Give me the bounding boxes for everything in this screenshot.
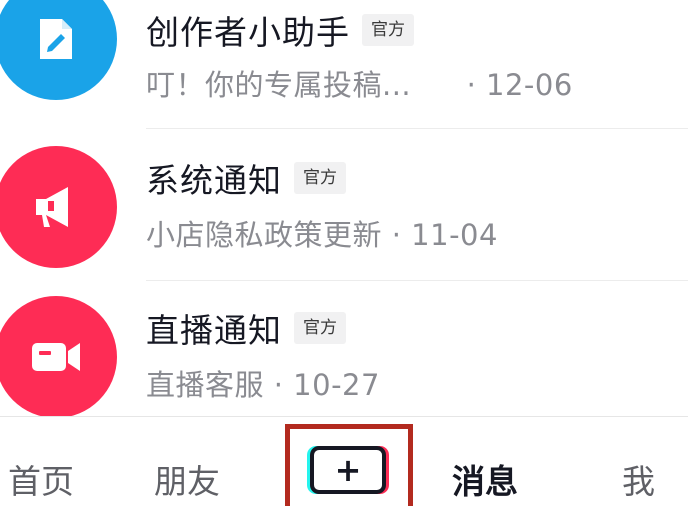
official-badge: 官方 bbox=[362, 14, 414, 46]
message-preview: 小店隐私政策更新 bbox=[146, 218, 383, 252]
message-item-live-notice[interactable]: 直播通知 官方 直播客服 · 10-27 bbox=[0, 282, 688, 432]
official-badge: 官方 bbox=[294, 162, 346, 194]
message-title: 直播通知 bbox=[146, 311, 282, 350]
message-title: 系统通知 bbox=[146, 161, 282, 200]
message-preview-line: 直播客服 · 10-27 bbox=[146, 362, 380, 404]
system-notice-avatar bbox=[0, 146, 117, 268]
video-camera-icon bbox=[32, 343, 80, 371]
divider bbox=[146, 280, 688, 281]
message-list-screen: 创作者小助手 官方 叮！你的专属投稿... · 12-06 系统通知 官方 小店… bbox=[0, 0, 688, 506]
message-title: 创作者小助手 bbox=[146, 13, 350, 52]
message-preview: 叮！你的专属投稿... bbox=[146, 68, 412, 102]
tab-friends[interactable]: 朋友 bbox=[154, 455, 220, 503]
tab-messages[interactable]: 消息 bbox=[452, 455, 518, 503]
message-item-creator-assistant[interactable]: 创作者小助手 官方 叮！你的专属投稿... · 12-06 bbox=[0, 0, 688, 112]
message-item-system-notice[interactable]: 系统通知 官方 小店隐私政策更新 · 11-04 bbox=[0, 130, 688, 280]
tab-me[interactable]: 我 bbox=[622, 455, 655, 503]
megaphone-icon bbox=[36, 187, 68, 227]
creator-assistant-avatar bbox=[0, 0, 117, 100]
live-notice-avatar bbox=[0, 296, 117, 418]
official-badge: 官方 bbox=[294, 312, 346, 344]
message-date: · 12-06 bbox=[466, 68, 573, 102]
message-date: · 11-04 bbox=[391, 218, 498, 252]
message-preview-line: 叮！你的专属投稿... · 12-06 bbox=[146, 62, 573, 104]
message-preview: 直播客服 bbox=[146, 368, 265, 402]
highlight-box bbox=[285, 424, 413, 506]
edit-document-icon bbox=[40, 19, 72, 59]
message-date: · 10-27 bbox=[273, 368, 380, 402]
tab-home[interactable]: 首页 bbox=[8, 455, 74, 503]
divider bbox=[146, 128, 688, 129]
message-preview-line: 小店隐私政策更新 · 11-04 bbox=[146, 212, 498, 254]
